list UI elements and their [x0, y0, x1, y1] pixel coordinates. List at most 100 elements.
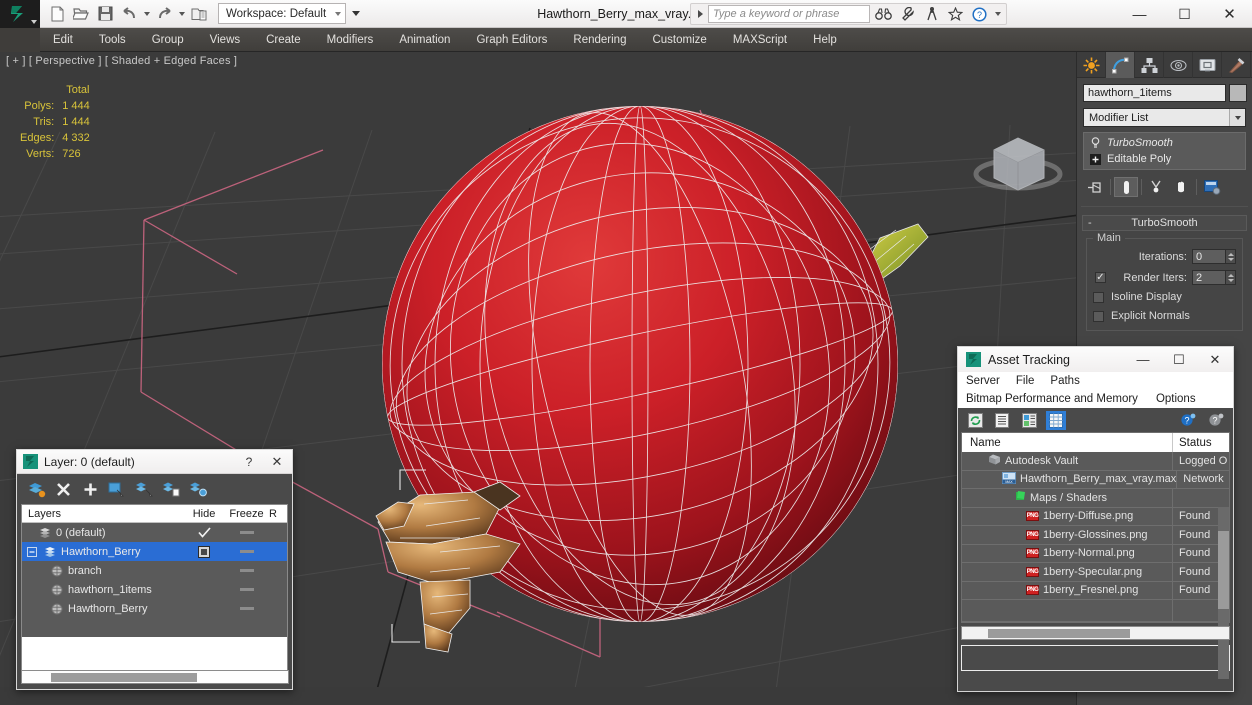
render-iters-spinner[interactable]: 2: [1192, 270, 1236, 285]
grid-view-icon[interactable]: [1046, 410, 1066, 430]
remove-modifier-button[interactable]: [1169, 177, 1193, 197]
freeze-toggle[interactable]: [224, 569, 269, 572]
highlight-selected-objects-icon[interactable]: [161, 479, 181, 499]
search-expand-icon[interactable]: [695, 10, 705, 18]
table-row[interactable]: Maps / Shaders: [962, 489, 1229, 508]
asset-close-button[interactable]: ✕: [1197, 352, 1233, 368]
undo-dropdown-icon[interactable]: [142, 3, 151, 25]
modifier-list-dropdown[interactable]: Modifier List: [1083, 108, 1246, 127]
freeze-toggle[interactable]: [224, 531, 269, 534]
column-layers[interactable]: Layers: [22, 505, 184, 522]
column-freeze[interactable]: Freeze: [224, 505, 269, 522]
redo-dropdown-icon[interactable]: [177, 3, 186, 25]
table-row[interactable]: Autodesk Vault Logged O: [962, 452, 1229, 471]
table-row[interactable]: [962, 600, 1229, 622]
list-view-icon[interactable]: [992, 411, 1012, 430]
menu-item-rendering[interactable]: Rendering: [560, 28, 639, 52]
menu-item-edit[interactable]: Edit: [40, 28, 86, 52]
asset-menu-server[interactable]: Server: [966, 375, 1000, 387]
table-row[interactable]: PNG 1berry-Normal.png Found: [962, 544, 1229, 563]
menu-item-create[interactable]: Create: [253, 28, 314, 52]
help-gray-icon[interactable]: ?: [1206, 411, 1226, 430]
menu-item-modifiers[interactable]: Modifiers: [314, 28, 387, 52]
layer-dialog-close-button[interactable]: ✕: [262, 454, 292, 470]
iterations-spinner[interactable]: 0: [1192, 249, 1236, 264]
app-logo-button[interactable]: [0, 0, 40, 28]
table-row[interactable]: PNG 1berry-Glossines.png Found: [962, 526, 1229, 545]
menu-item-group[interactable]: Group: [139, 28, 197, 52]
hide-toggle[interactable]: [184, 545, 224, 558]
asset-menu-options[interactable]: Options: [1156, 393, 1196, 405]
close-button[interactable]: ✕: [1207, 0, 1252, 28]
table-row[interactable]: PNG 1berry-Specular.png Found: [962, 563, 1229, 582]
iterations-value[interactable]: 0: [1192, 249, 1226, 264]
turbosmooth-rollout-header[interactable]: - TurboSmooth: [1082, 215, 1247, 231]
scrollbar-thumb[interactable]: [988, 629, 1130, 638]
configure-modifier-sets-button[interactable]: [1200, 177, 1224, 197]
hide-toggle[interactable]: [184, 527, 224, 538]
workspace-dropdown-button[interactable]: [348, 3, 364, 24]
asset-menu-paths[interactable]: Paths: [1050, 375, 1079, 387]
save-file-icon[interactable]: [94, 3, 116, 25]
detail-view-icon[interactable]: [1019, 411, 1039, 430]
project-folder-icon[interactable]: [188, 3, 210, 25]
create-tab[interactable]: [1077, 52, 1106, 78]
menu-item-customize[interactable]: Customize: [639, 28, 719, 52]
search-input[interactable]: Type a keyword or phrase: [708, 5, 870, 23]
asset-maximize-button[interactable]: ☐: [1161, 352, 1197, 368]
column-render[interactable]: R: [269, 505, 287, 522]
layer-dialog-help-button[interactable]: ?: [236, 455, 262, 469]
iterations-spinner-arrows-icon[interactable]: [1226, 249, 1236, 264]
render-iters-checkbox[interactable]: [1095, 272, 1106, 283]
expand-plus-icon[interactable]: [1089, 153, 1101, 165]
modify-tab[interactable]: [1106, 52, 1135, 78]
list-item[interactable]: Hawthorn_Berry: [22, 599, 287, 618]
asset-vertical-scrollbar[interactable]: [1218, 507, 1229, 679]
menu-item-animation[interactable]: Animation: [386, 28, 463, 52]
new-layer-icon[interactable]: [26, 479, 46, 499]
help-blue-icon[interactable]: ?: [1178, 411, 1198, 430]
scrollbar-thumb[interactable]: [1218, 531, 1229, 609]
freeze-toggle[interactable]: [224, 550, 269, 553]
hierarchy-tab[interactable]: [1135, 52, 1164, 78]
table-row[interactable]: MAX Hawthorn_Berry_max_vray.max Network: [962, 470, 1229, 489]
layer-horizontal-scrollbar[interactable]: [21, 670, 289, 684]
new-file-icon[interactable]: [46, 3, 68, 25]
column-hide[interactable]: Hide: [184, 505, 224, 522]
star-icon[interactable]: [945, 4, 966, 24]
isoline-display-checkbox[interactable]: [1093, 291, 1104, 303]
select-objects-in-layer-icon[interactable]: [107, 479, 127, 499]
motion-tab[interactable]: [1164, 52, 1193, 78]
redo-icon[interactable]: [153, 3, 175, 25]
asset-menu-bitmap-performance[interactable]: Bitmap Performance and Memory: [966, 393, 1138, 405]
maximize-button[interactable]: ☐: [1162, 0, 1207, 28]
stack-item-turbosmooth[interactable]: TurboSmooth: [1084, 135, 1245, 151]
layer-dialog[interactable]: Layer: 0 (default) ? ✕ Layers Hide Freez…: [16, 449, 293, 690]
binoculars-icon[interactable]: [873, 4, 894, 24]
asset-tracking-dialog[interactable]: Asset Tracking — ☐ ✕ Server File Paths B…: [957, 346, 1234, 692]
asset-dialog-titlebar[interactable]: Asset Tracking — ☐ ✕: [958, 347, 1233, 372]
compass-icon[interactable]: [921, 4, 942, 24]
display-tab[interactable]: [1193, 52, 1222, 78]
freeze-toggle[interactable]: [224, 607, 269, 610]
column-name[interactable]: Name: [962, 433, 1173, 452]
object-color-swatch[interactable]: [1229, 84, 1247, 102]
table-row[interactable]: PNG 1berry-Diffuse.png Found: [962, 507, 1229, 526]
menu-item-views[interactable]: Views: [197, 28, 253, 52]
add-to-layer-icon[interactable]: [80, 479, 100, 499]
viewport-label[interactable]: [ + ] [ Perspective ] [ Shaded + Edged F…: [6, 55, 237, 67]
freeze-toggle[interactable]: [224, 588, 269, 591]
render-iters-spinner-arrows-icon[interactable]: [1226, 270, 1236, 285]
list-item[interactable]: 0 (default): [22, 523, 287, 542]
minimize-button[interactable]: —: [1117, 0, 1162, 28]
make-unique-button[interactable]: [1145, 177, 1169, 197]
stack-item-editable-poly[interactable]: Editable Poly: [1084, 151, 1245, 167]
layer-properties-icon[interactable]: [188, 479, 208, 499]
list-item[interactable]: hawthorn_1items: [22, 580, 287, 599]
explicit-normals-checkbox[interactable]: [1093, 310, 1104, 322]
list-item[interactable]: Hawthorn_Berry: [22, 542, 287, 561]
help-dropdown-icon[interactable]: [993, 3, 1002, 25]
asset-menu-file[interactable]: File: [1016, 375, 1035, 387]
lightbulb-icon[interactable]: [1089, 137, 1101, 149]
asset-list[interactable]: Name Status Autodesk Vault Logged O MAX: [961, 432, 1230, 623]
